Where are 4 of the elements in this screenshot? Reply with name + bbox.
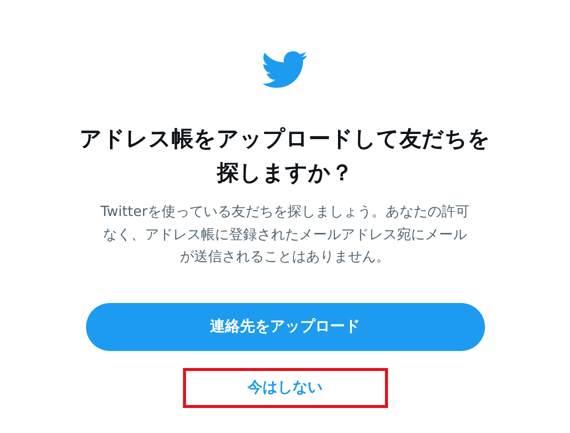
upload-contacts-button[interactable]: 連絡先をアップロード [86,302,484,350]
description-text: Twitterを使っている友だちを探しましょう。あなたの許可なく、アドレス帳に登録されたメールアドレス宛にメールが送信されることはありません。 [100,203,470,267]
not-now-button[interactable]: 今はしない [182,368,388,408]
dialog-title: アドレス帳をアップロードして友だちを探しますか？ [78,126,492,188]
